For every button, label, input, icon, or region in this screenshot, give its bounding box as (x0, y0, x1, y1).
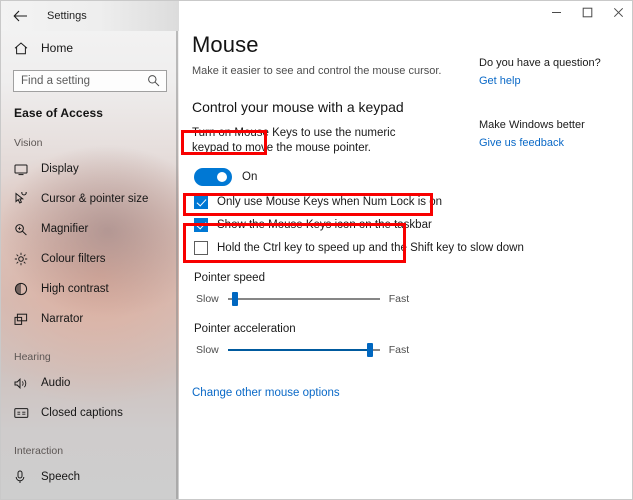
microphone-icon (14, 470, 33, 484)
search-icon (147, 74, 160, 92)
help-question-heading: Do you have a question? (479, 57, 601, 69)
mouse-keys-toggle-row[interactable]: On (179, 156, 632, 186)
sidebar-item-keyboard[interactable]: Keyboard (1, 492, 179, 499)
closed-captions-icon (14, 407, 33, 419)
slider-track-fill (227, 349, 369, 351)
narrator-icon (14, 313, 33, 326)
pointer-acceleration-row: Slow Fast (179, 335, 632, 357)
high-contrast-icon (14, 282, 33, 296)
window-controls (179, 1, 632, 31)
magnifier-icon (14, 223, 33, 236)
sidebar-item-magnifier[interactable]: Magnifier (1, 214, 179, 244)
toggle-knob (217, 172, 227, 182)
sidebar-item-display[interactable]: Display (1, 154, 179, 184)
checkbox-num-lock[interactable] (194, 195, 208, 209)
checkbox-row-taskbar-icon[interactable]: Show the Mouse Keys icon on the taskbar (179, 209, 632, 232)
feedback-heading: Make Windows better (479, 119, 585, 131)
back-arrow-icon[interactable] (1, 1, 39, 31)
sidebar-item-label: Colour filters (41, 253, 106, 265)
sidebar-item-closed-captions[interactable]: Closed captions (1, 398, 179, 428)
sidebar-item-colour-filters[interactable]: Colour filters (1, 244, 179, 274)
slider-thumb[interactable] (366, 343, 373, 357)
pointer-acceleration-title: Pointer acceleration (194, 323, 296, 335)
checkbox-label: Show the Mouse Keys icon on the taskbar (217, 219, 432, 231)
sidebar-home-label: Home (41, 41, 74, 55)
sidebar-item-label: High contrast (41, 283, 109, 295)
close-button[interactable] (603, 1, 632, 24)
sidebar-item-label: Audio (41, 377, 71, 389)
cursor-pointer-icon (14, 192, 33, 206)
pointer-speed-title: Pointer speed (194, 272, 265, 284)
section-description: Turn on Mouse Keys to use the numeric ke… (192, 127, 396, 154)
pointer-speed-row: Slow Fast (179, 284, 632, 306)
sidebar: Home Ease of Access Vision (1, 1, 179, 499)
checkbox-label: Only use Mouse Keys when Num Lock is on (217, 196, 442, 208)
slider-thumb[interactable] (231, 292, 238, 306)
checkbox-row-ctrl-shift[interactable]: Hold the Ctrl key to speed up and the Sh… (179, 232, 632, 255)
minimize-button[interactable] (541, 1, 572, 24)
title-bar-left: Settings (1, 1, 179, 31)
title-bar: Settings (1, 1, 632, 31)
mouse-keys-toggle[interactable] (194, 168, 232, 186)
checkbox-ctrl-shift[interactable] (194, 241, 208, 255)
search-box[interactable] (13, 70, 167, 92)
search-input[interactable] (14, 71, 142, 91)
sidebar-group-vision: Vision (14, 137, 43, 149)
checkbox-label: Hold the Ctrl key to speed up and the Sh… (217, 242, 524, 254)
sidebar-item-label: Speech (41, 471, 81, 483)
give-feedback-link[interactable]: Give us feedback (479, 131, 632, 149)
window-title: Settings (47, 10, 87, 22)
sidebar-item-audio[interactable]: Audio (1, 368, 179, 398)
slider-track (227, 298, 380, 300)
sidebar-item-home[interactable]: Home (1, 33, 179, 63)
sidebar-item-label: Magnifier (41, 223, 89, 235)
change-other-mouse-options-link[interactable]: Change other mouse options (179, 357, 632, 399)
home-icon (14, 41, 34, 55)
color-filters-icon (14, 252, 33, 266)
sidebar-category-title: Ease of Access (14, 106, 104, 120)
slider-min-label: Slow (196, 344, 219, 356)
slider-max-label: Fast (388, 293, 410, 305)
sidebar-group-hearing: Hearing (14, 351, 51, 363)
sidebar-item-speech[interactable]: Speech (1, 462, 179, 492)
pointer-speed-slider[interactable] (227, 292, 380, 306)
sidebar-item-label: Closed captions (41, 407, 123, 419)
get-help-link[interactable]: Get help (479, 69, 632, 87)
settings-window: Settings Home Find a setting Ease of Acc… (0, 0, 633, 500)
sidebar-item-label: Narrator (41, 313, 84, 325)
sidebar-item-high-contrast[interactable]: High contrast (1, 274, 179, 304)
sidebar-item-label: Cursor & pointer size (41, 193, 149, 205)
slider-min-label: Slow (196, 293, 219, 305)
speaker-icon (14, 377, 33, 390)
maximize-button[interactable] (572, 1, 603, 24)
pointer-acceleration-slider[interactable] (227, 343, 380, 357)
toggle-state-label: On (242, 171, 258, 183)
monitor-icon (14, 163, 33, 176)
sidebar-item-cursor-pointer-size[interactable]: Cursor & pointer size (1, 184, 179, 214)
sidebar-item-narrator[interactable]: Narrator (1, 304, 179, 334)
search-container (1, 63, 179, 92)
sidebar-group-interaction: Interaction (14, 445, 64, 457)
sidebar-item-label: Display (41, 163, 79, 175)
main-content: Mouse Make it easier to see and control … (179, 31, 632, 499)
slider-max-label: Fast (388, 344, 410, 356)
checkbox-row-num-lock[interactable]: Only use Mouse Keys when Num Lock is on (179, 186, 632, 209)
help-panel: Do you have a question? Get help Make Wi… (479, 31, 632, 149)
checkbox-taskbar-icon[interactable] (194, 218, 208, 232)
